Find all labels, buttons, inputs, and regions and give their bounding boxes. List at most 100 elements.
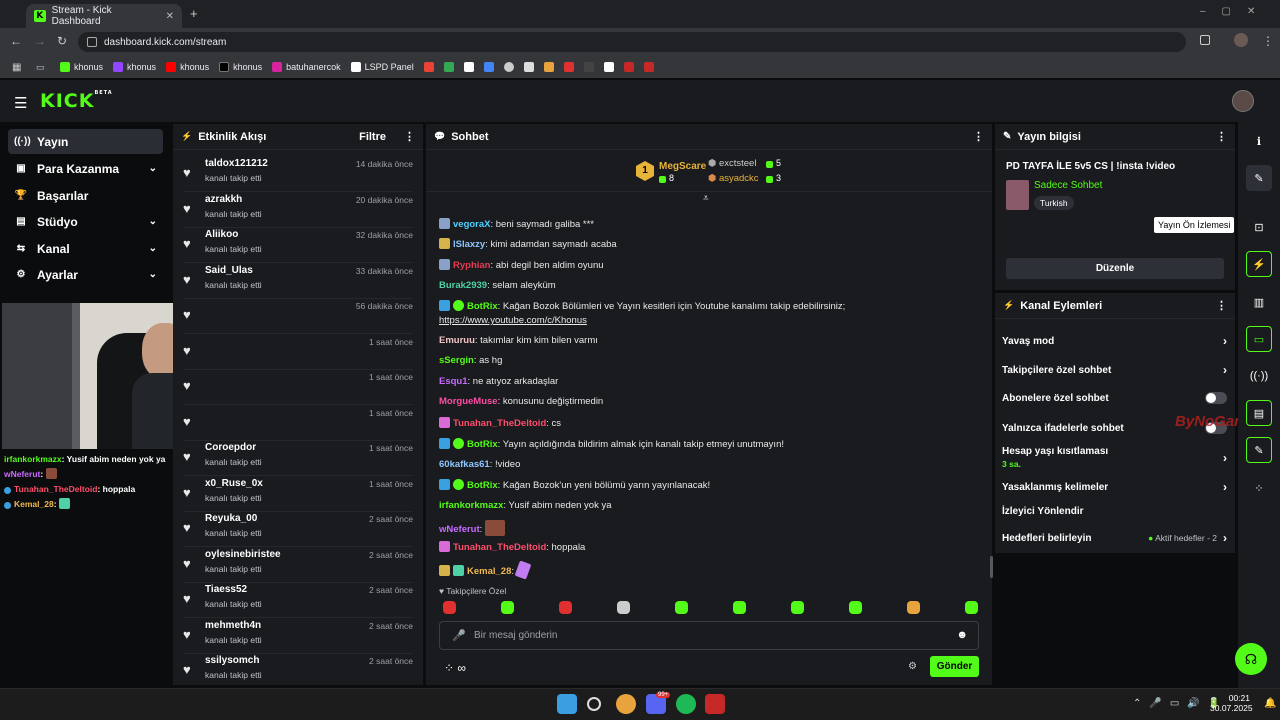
activity-item[interactable]: ♥ Reyuka_00 kanalı takip etti 2 saat önce <box>183 513 413 547</box>
emote-icon[interactable] <box>907 601 920 614</box>
bookmark-1[interactable]: khonus <box>60 62 103 72</box>
nav-item-yayin[interactable]: ((·)) Yayın <box>8 129 163 154</box>
chat-username[interactable]: Tunahan_TheDeltoid <box>453 542 546 553</box>
leader-3[interactable]: ⬢ asyadckc <box>708 173 759 184</box>
emote-icon[interactable] <box>443 601 456 614</box>
forward-icon[interactable]: → <box>34 34 46 48</box>
broadcast-icon[interactable]: ((·)) <box>1246 363 1272 389</box>
bookmark-icon[interactable] <box>443 62 454 72</box>
more-options-icon[interactable]: ⋮ <box>404 130 415 143</box>
chat-username[interactable]: Burak2939 <box>439 280 487 291</box>
browser-menu-icon[interactable]: ⋮ <box>1262 34 1274 48</box>
user-avatar[interactable] <box>1232 90 1254 112</box>
bookmark-3[interactable]: khonus <box>166 62 209 72</box>
edit-stream-button[interactable]: Düzenle <box>1006 258 1224 279</box>
channel-action-item[interactable]: Hedefleri belirleyin ● Aktif hedefler - 2… <box>1002 531 1227 545</box>
app-icon[interactable] <box>705 694 725 714</box>
more-options-icon[interactable]: ⋮ <box>1216 130 1227 143</box>
channel-action-item[interactable]: Takipçilere özel sohbet › <box>1002 363 1227 377</box>
wrench-icon[interactable]: ✎ <box>1246 437 1272 463</box>
info-icon[interactable]: ℹ <box>1246 128 1272 154</box>
follower-name[interactable]: Reyuka_00 <box>205 513 257 524</box>
clock[interactable]: 00:21 30.07.2025 <box>1210 693 1253 713</box>
chrome-icon[interactable] <box>616 694 636 714</box>
activity-item[interactable]: ♥ ssilysomch kanalı takip etti 2 saat önce <box>183 655 413 689</box>
send-button[interactable]: Gönder <box>930 656 979 677</box>
nav-item-kanal[interactable]: ⇆ Kanal ⌄ <box>8 236 163 261</box>
follower-name[interactable]: taldox121212 <box>205 158 268 169</box>
follower-name[interactable]: x0_Ruse_0x <box>205 478 263 489</box>
notification-icon[interactable]: 🔔 <box>1264 698 1276 709</box>
activity-item[interactable]: ♥ Said_Ulas kanalı takip etti 33 dakika önc… <box>183 265 413 299</box>
bookmark-icon[interactable] <box>543 62 554 72</box>
follower-name[interactable]: Said_Ulas <box>205 265 253 276</box>
activity-item[interactable]: ♥ azrakkh kanalı takip etti 20 dakika önce <box>183 194 413 228</box>
activity-item[interactable]: ♥ 1 saat önce <box>183 371 413 405</box>
chat-username[interactable]: MorgueMuse <box>439 396 498 407</box>
activity-item[interactable]: ♥ x0_Ruse_0x kanalı takip etti 1 saat önce <box>183 478 413 512</box>
chat-username[interactable]: BotRix <box>467 480 498 491</box>
bookmark-5[interactable]: batuhanercok <box>272 62 341 72</box>
bookmark-icon[interactable] <box>583 62 594 72</box>
bookmark-icon[interactable] <box>483 62 494 72</box>
follower-name[interactable]: Tiaess52 <box>205 584 247 595</box>
chat-username[interactable]: irfankorkmazx <box>439 500 503 511</box>
preview-icon[interactable]: ⊡ <box>1246 214 1272 240</box>
nav-item-para-kazanma[interactable]: ▣ Para Kazanma ⌄ <box>8 156 163 181</box>
back-icon[interactable]: ← <box>10 34 22 48</box>
nav-item-basarilar[interactable]: 🏆 Başarılar <box>8 183 163 208</box>
activity-item[interactable]: ♥ 56 dakika önce <box>183 300 413 334</box>
kick-logo[interactable]: KICKBETA <box>40 90 113 112</box>
follower-name[interactable]: oylesinebiristee <box>205 549 281 560</box>
nav-item-studyo[interactable]: ▤ Stüdyo ⌄ <box>8 209 163 234</box>
follower-name[interactable]: ssilysomch <box>205 655 259 666</box>
new-tab-icon[interactable]: + <box>190 6 198 21</box>
bookmark-6[interactable]: LSPD Panel <box>350 62 414 72</box>
activity-item[interactable]: ♥ taldox121212 kanalı takip etti 14 dakika … <box>183 158 413 192</box>
chat-username[interactable]: Ryphian <box>453 260 490 271</box>
close-tab-icon[interactable]: ✕ <box>166 11 174 22</box>
chat-username[interactable]: BotRix <box>467 301 498 312</box>
activity-item[interactable]: ♥ 1 saat önce <box>183 336 413 370</box>
bookmark-icon[interactable] <box>423 62 434 72</box>
chat-username[interactable]: Tunahan_TheDeltoid <box>453 418 546 429</box>
bookmark-icon[interactable] <box>463 62 474 72</box>
bookmark-icon[interactable] <box>643 62 654 72</box>
browser-tab[interactable]: K Stream - Kick Dashboard ✕ <box>26 4 182 28</box>
chat-input[interactable]: 🎤 Bir mesaj gönderin ☻ <box>439 621 979 650</box>
chat-username[interactable]: 60kafkas61 <box>439 459 490 470</box>
nav-item-ayarlar[interactable]: ⚙ Ayarlar ⌄ <box>8 262 163 287</box>
emote-icon[interactable] <box>501 601 514 614</box>
channel-action-item[interactable]: İzleyici Yönlendir <box>1002 506 1227 517</box>
layout-icon[interactable]: ▤ <box>1246 400 1272 426</box>
bookmark-icon[interactable] <box>623 62 634 72</box>
address-bar[interactable]: dashboard.kick.com/stream <box>78 32 1186 52</box>
extensions-icon[interactable] <box>1200 35 1210 45</box>
emoji-picker-icon[interactable]: ☻ <box>956 629 968 641</box>
chat-settings-gear-icon[interactable]: ⚙ <box>908 661 917 672</box>
scroll-down-icon[interactable]: ⩡ <box>703 193 709 204</box>
emote-icon[interactable] <box>733 601 746 614</box>
emote-icon[interactable] <box>675 601 688 614</box>
bookmark-4[interactable]: khonus <box>219 62 262 72</box>
chat-username[interactable]: Esqu1 <box>439 376 468 387</box>
window-controls[interactable]: –▢✕ <box>1200 6 1271 17</box>
bookmark-icon[interactable] <box>503 62 514 72</box>
support-headset-icon[interactable]: ☊ <box>1235 643 1267 675</box>
folder-icon[interactable]: ▭ <box>36 62 50 73</box>
more-options-icon[interactable]: ⋮ <box>1216 299 1227 312</box>
chat-username[interactable]: wNeferut <box>439 524 480 535</box>
channel-action-item[interactable]: Abonelere özel sohbet <box>1002 392 1227 404</box>
bookmark-icon[interactable] <box>603 62 614 72</box>
follower-name[interactable]: mehmeth4n <box>205 620 261 631</box>
follower-name[interactable]: Aliikoo <box>205 229 238 240</box>
hamburger-menu-icon[interactable]: ☰ <box>14 94 27 112</box>
emote-icon[interactable] <box>849 601 862 614</box>
more-options-icon[interactable]: ⋮ <box>973 130 984 143</box>
activity-item[interactable]: ♥ oylesinebiristee kanalı takip etti 2 saat… <box>183 549 413 583</box>
chat-scrollbar[interactable] <box>990 556 993 578</box>
chat-username[interactable]: Kemal_28 <box>467 566 511 577</box>
chat-icon[interactable]: ▭ <box>1246 326 1272 352</box>
filter-button[interactable]: Filtre <box>359 131 386 143</box>
apps-icon[interactable]: ▦ <box>12 62 26 73</box>
